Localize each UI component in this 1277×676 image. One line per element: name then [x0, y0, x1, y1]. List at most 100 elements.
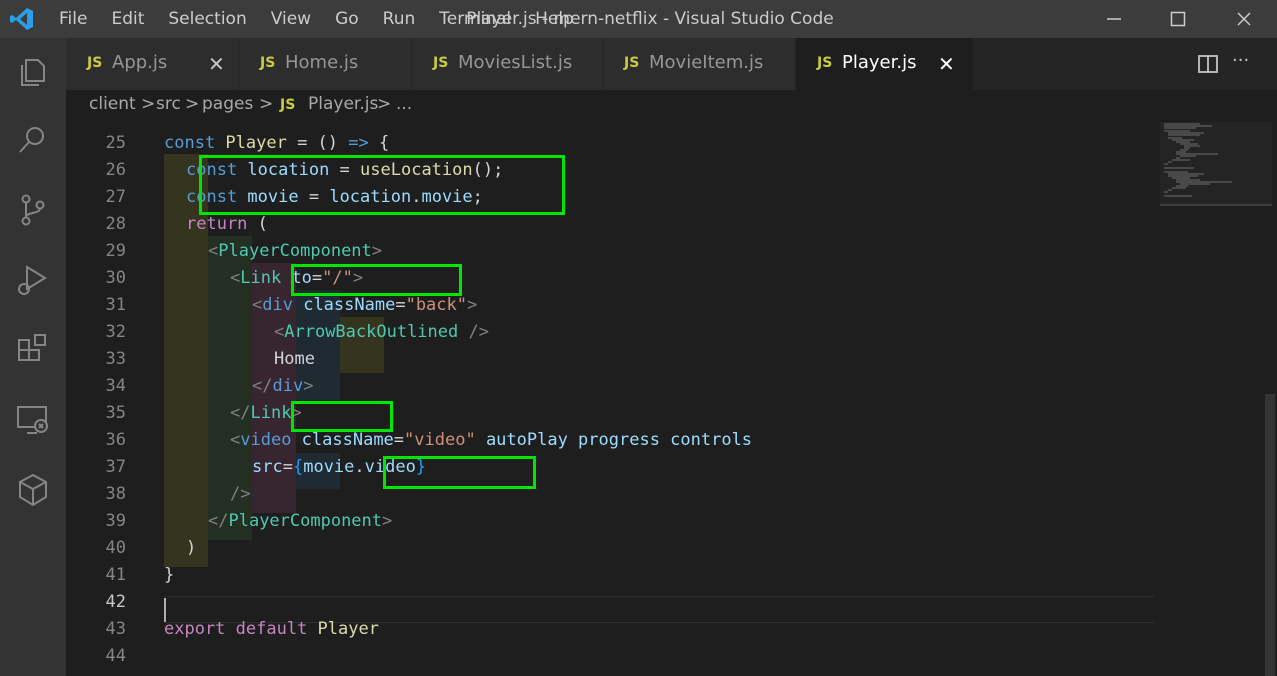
- maximize-icon: [1170, 11, 1186, 27]
- line-number: 43: [105, 619, 126, 639]
- breadcrumb-item-client[interactable]: client: [89, 94, 136, 114]
- title-bar: File Edit Selection View Go Run Terminal…: [0, 0, 1277, 38]
- breadcrumb-item-symbol[interactable]: ...: [396, 94, 412, 114]
- breadcrumb-item-pages[interactable]: pages: [202, 94, 253, 114]
- minimap[interactable]: [1160, 122, 1272, 208]
- code-token: >: [382, 511, 393, 531]
- code-token: "back": [405, 295, 467, 315]
- menu-help[interactable]: Help: [535, 9, 574, 29]
- close-icon: [1237, 12, 1251, 26]
- menu-go[interactable]: Go: [335, 9, 359, 29]
- line-number: 44: [105, 646, 126, 666]
- split-editor-icon[interactable]: [1194, 50, 1222, 78]
- vertical-scrollbar[interactable]: [1265, 394, 1275, 676]
- code-token: =: [282, 457, 293, 477]
- tab-movieitem-js[interactable]: JS MovieItem.js: [603, 38, 796, 90]
- code-line: return (: [186, 211, 268, 238]
- breadcrumb-item-src[interactable]: src: [156, 94, 181, 114]
- breadcrumb-separator: >: [259, 94, 274, 114]
- menu-file[interactable]: File: [59, 9, 87, 29]
- code-token: className: [301, 430, 394, 450]
- tab-label: MoviesList.js: [458, 52, 573, 73]
- code-editor[interactable]: 25 26 27 28 29 30 31 32 33 34 35 36 37 38 39 40 41 42 43 44…: [66, 122, 1277, 676]
- js-file-icon: JS: [260, 55, 276, 71]
- tab-close-button[interactable]: ✕: [208, 52, 225, 76]
- editor-tab-bar: JS App.js ✕ JS Home.js JS MoviesList.js …: [66, 38, 1277, 90]
- code-line: <PlayerComponent>: [208, 238, 382, 265]
- menu-view[interactable]: View: [271, 9, 311, 29]
- code-token: =>: [348, 133, 369, 153]
- vscode-logo-icon: [10, 8, 33, 30]
- code-token: >: [303, 376, 314, 396]
- text-cursor: [164, 598, 166, 622]
- line-number: 37: [105, 457, 126, 477]
- code-token: PlayerComponent: [218, 241, 372, 261]
- tab-player-js[interactable]: JS Player.js ✕: [796, 38, 974, 90]
- code-token: >: [467, 295, 478, 315]
- maximize-button[interactable]: [1155, 0, 1201, 38]
- line-number: 41: [105, 565, 126, 585]
- code-token: </: [208, 511, 229, 531]
- tab-app-js[interactable]: JS App.js ✕: [66, 38, 239, 90]
- menu-edit[interactable]: Edit: [111, 9, 144, 29]
- code-token: export: [164, 619, 236, 639]
- extensions-icon[interactable]: [15, 332, 51, 368]
- code-token: }: [164, 565, 175, 585]
- code-token: div: [262, 295, 304, 315]
- code-token: src: [252, 457, 283, 477]
- search-icon[interactable]: [15, 122, 51, 158]
- line-number: 32: [105, 322, 126, 342]
- code-line: />: [230, 481, 250, 508]
- code-line: <div className="back">: [252, 292, 477, 319]
- code-token: </: [252, 376, 273, 396]
- docker-icon[interactable]: [15, 472, 51, 508]
- tab-movieslist-js[interactable]: JS MoviesList.js: [412, 38, 603, 90]
- close-window-button[interactable]: [1221, 0, 1267, 38]
- code-token: =: [395, 295, 406, 315]
- code-token: <: [274, 322, 285, 342]
- breadcrumb: client > src > pages > JS Player.js > ..…: [66, 90, 1277, 122]
- tab-label: App.js: [112, 52, 168, 73]
- menu-terminal[interactable]: Terminal: [439, 9, 511, 29]
- js-file-icon: JS: [87, 55, 103, 71]
- line-number: 40: [105, 538, 126, 558]
- code-token: <: [230, 430, 241, 450]
- line-number: 29: [105, 241, 126, 261]
- breadcrumb-separator: >: [141, 94, 156, 114]
- code-token: default: [235, 619, 318, 639]
- menu-run[interactable]: Run: [383, 9, 416, 29]
- code-token: {: [292, 457, 304, 477]
- menu-selection[interactable]: Selection: [168, 9, 246, 29]
- line-number: 30: [105, 268, 126, 288]
- code-token: movie: [303, 457, 355, 477]
- explorer-icon[interactable]: [15, 54, 51, 90]
- highlight-box: [383, 456, 536, 489]
- code-token: <: [252, 295, 263, 315]
- code-token: Link: [250, 403, 292, 423]
- highlight-box: [291, 401, 393, 432]
- remote-explorer-icon[interactable]: [15, 402, 51, 438]
- code-token: className: [303, 295, 396, 315]
- code-token: PlayerComponent: [228, 511, 383, 531]
- code-token: div: [272, 376, 304, 396]
- code-token: Player: [225, 133, 287, 153]
- tab-close-button[interactable]: ✕: [938, 52, 955, 76]
- code-token: <: [230, 268, 241, 288]
- source-control-icon[interactable]: [15, 192, 51, 228]
- line-number: 28: [105, 214, 126, 234]
- run-debug-icon[interactable]: [15, 262, 51, 298]
- code-token: ): [186, 538, 197, 558]
- code-token: Link: [240, 268, 292, 288]
- highlight-box: [199, 155, 565, 215]
- tab-label: Home.js: [285, 52, 359, 73]
- code-token: =: [393, 430, 405, 450]
- tab-home-js[interactable]: JS Home.js: [239, 38, 412, 90]
- minimize-button[interactable]: [1091, 0, 1137, 38]
- line-number: 34: [105, 376, 126, 396]
- code-line: ): [186, 535, 196, 562]
- code-line: export default Player: [164, 616, 379, 643]
- js-file-icon: JS: [817, 55, 833, 71]
- more-actions-button[interactable]: ···: [1232, 50, 1249, 71]
- code-token: {: [368, 133, 390, 153]
- breadcrumb-item-file[interactable]: Player.js: [308, 94, 378, 114]
